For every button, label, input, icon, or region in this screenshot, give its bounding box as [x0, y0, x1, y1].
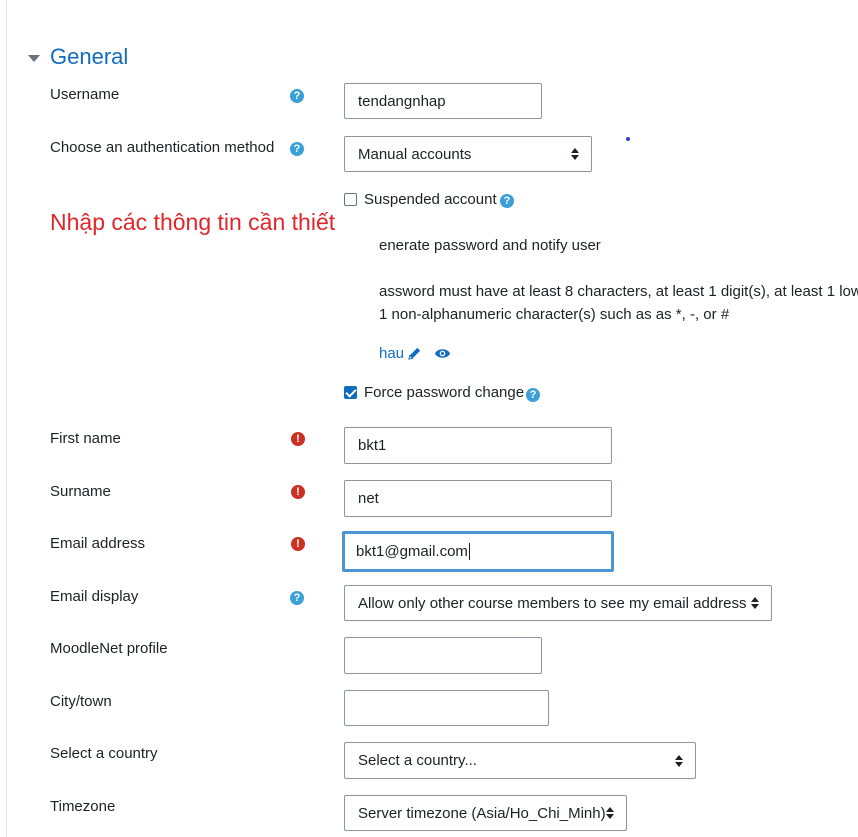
country-value: Select a country... — [358, 752, 477, 769]
select-arrows-icon — [606, 807, 614, 819]
surname-label: Surname — [50, 483, 111, 500]
surname-input[interactable]: net — [344, 480, 612, 517]
city-label: City/town — [50, 693, 112, 710]
select-arrows-icon — [751, 597, 759, 609]
force-password-help-icon[interactable]: ? — [526, 388, 540, 402]
email-required-icon: ! — [291, 537, 305, 551]
pencil-icon[interactable] — [407, 346, 422, 361]
username-help-icon[interactable]: ? — [290, 89, 304, 103]
email-display-help-icon[interactable]: ? — [290, 591, 304, 605]
first-name-label: First name — [50, 430, 121, 447]
first-name-required-icon: ! — [291, 432, 305, 446]
auth-method-help-icon[interactable]: ? — [290, 142, 304, 156]
surname-required-icon: ! — [291, 485, 305, 499]
timezone-label: Timezone — [50, 798, 116, 815]
section-title: General — [50, 44, 129, 69]
moodlenet-input[interactable] — [344, 637, 542, 674]
email-display-select[interactable]: Allow only other course members to see m… — [344, 585, 772, 621]
cursor-dot — [626, 137, 630, 141]
auth-method-label: Choose an authentication method — [50, 139, 275, 156]
timezone-value: Server timezone (Asia/Ho_Chi_Minh) — [358, 804, 606, 822]
city-input[interactable] — [344, 690, 549, 726]
email-input[interactable]: bkt1@gmail.com — [342, 531, 614, 572]
password-policy-line2: 1 non-alphanumeric character(s) such as … — [379, 306, 730, 323]
force-password-label: Force password change — [364, 384, 525, 401]
suspended-checkbox[interactable] — [344, 193, 357, 206]
generate-password-label: enerate password and notify user — [379, 237, 601, 254]
password-policy-line1: assword must have at least 8 characters,… — [379, 283, 858, 300]
force-password-checkbox[interactable] — [344, 386, 357, 399]
first-name-input[interactable]: bkt1 — [344, 427, 612, 464]
suspended-help-icon[interactable]: ? — [500, 194, 514, 208]
suspended-label: Suspended account — [364, 191, 497, 208]
email-display-label: Email display — [50, 588, 139, 605]
email-value: bkt1@gmail.com — [356, 542, 468, 560]
select-arrows-icon — [571, 148, 579, 160]
timezone-select[interactable]: Server timezone (Asia/Ho_Chi_Minh) — [344, 795, 627, 831]
collapse-caret-icon[interactable] — [28, 54, 40, 62]
country-label: Select a country — [50, 745, 158, 762]
annotation-overlay: Nhập các thông tin cần thiết — [50, 209, 340, 236]
select-arrows-icon — [675, 754, 683, 767]
new-password-value[interactable]: hau — [379, 345, 404, 362]
email-display-value: Allow only other course members to see m… — [358, 594, 747, 612]
username-input[interactable]: tendangnhap — [344, 83, 542, 119]
country-select[interactable]: Select a country... — [344, 742, 696, 779]
username-label: Username — [50, 86, 120, 103]
section-header[interactable]: General — [28, 44, 128, 70]
auth-method-select[interactable]: Manual accounts — [344, 136, 592, 172]
eye-icon[interactable] — [434, 347, 451, 360]
email-label: Email address — [50, 535, 146, 552]
moodlenet-label: MoodleNet profile — [50, 640, 168, 657]
auth-method-value: Manual accounts — [358, 145, 472, 163]
left-border — [6, 0, 7, 837]
